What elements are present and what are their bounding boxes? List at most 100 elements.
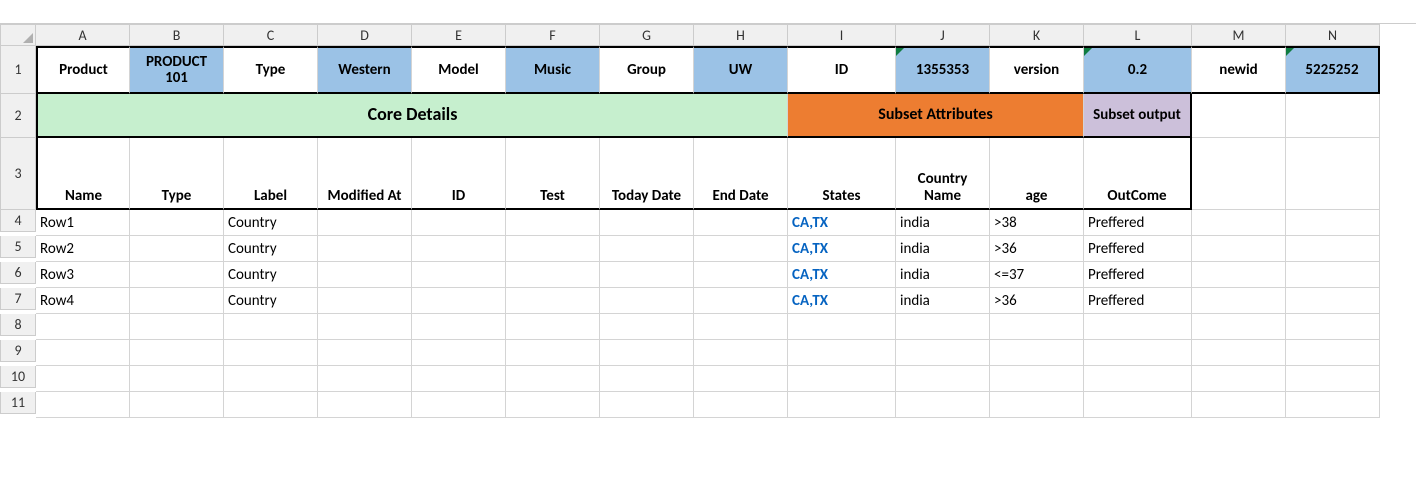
- cell-H7[interactable]: [694, 288, 788, 314]
- cell-A3[interactable]: Name: [36, 138, 130, 210]
- col-header-B[interactable]: B: [130, 24, 224, 46]
- cell-E11[interactable]: [412, 392, 506, 418]
- cell-C3[interactable]: Label: [224, 138, 318, 210]
- cell-subset-attributes[interactable]: Subset Attributes: [788, 94, 1084, 138]
- row-header-9[interactable]: 9: [0, 340, 36, 362]
- col-header-J[interactable]: J: [896, 24, 990, 46]
- cell-I3[interactable]: States: [788, 138, 896, 210]
- cell-B6[interactable]: [130, 262, 224, 288]
- cell-G4[interactable]: [600, 210, 694, 236]
- col-header-I[interactable]: I: [788, 24, 896, 46]
- cell-G10[interactable]: [600, 366, 694, 392]
- cell-C10[interactable]: [224, 366, 318, 392]
- cell-A6[interactable]: Row3: [36, 262, 130, 288]
- cell-D8[interactable]: [318, 314, 412, 340]
- cell-D9[interactable]: [318, 340, 412, 366]
- cell-L9[interactable]: [1084, 340, 1192, 366]
- cell-A5[interactable]: Row2: [36, 236, 130, 262]
- cell-A4[interactable]: Row1: [36, 210, 130, 236]
- cell-G3[interactable]: Today Date: [600, 138, 694, 210]
- cell-D11[interactable]: [318, 392, 412, 418]
- cell-M5[interactable]: [1192, 236, 1286, 262]
- cell-N10[interactable]: [1286, 366, 1380, 392]
- cell-H10[interactable]: [694, 366, 788, 392]
- cell-K6[interactable]: <=37: [990, 262, 1084, 288]
- cell-I11[interactable]: [788, 392, 896, 418]
- cell-G7[interactable]: [600, 288, 694, 314]
- cell-D10[interactable]: [318, 366, 412, 392]
- cell-J10[interactable]: [896, 366, 990, 392]
- cell-A11[interactable]: [36, 392, 130, 418]
- cell-B7[interactable]: [130, 288, 224, 314]
- cell-F10[interactable]: [506, 366, 600, 392]
- cell-K4[interactable]: >38: [990, 210, 1084, 236]
- cell-H3[interactable]: End Date: [694, 138, 788, 210]
- cell-G8[interactable]: [600, 314, 694, 340]
- cell-I6[interactable]: CA,TX: [788, 262, 896, 288]
- cell-N6[interactable]: [1286, 262, 1380, 288]
- col-header-F[interactable]: F: [506, 24, 600, 46]
- col-header-L[interactable]: L: [1084, 24, 1192, 46]
- cell-A10[interactable]: [36, 366, 130, 392]
- cell-J7[interactable]: india: [896, 288, 990, 314]
- cell-M3[interactable]: [1192, 138, 1286, 210]
- cell-C6[interactable]: Country: [224, 262, 318, 288]
- cell-G1[interactable]: Group: [600, 46, 694, 94]
- cell-I9[interactable]: [788, 340, 896, 366]
- cell-I4[interactable]: CA,TX: [788, 210, 896, 236]
- cell-I1[interactable]: ID: [788, 46, 896, 94]
- cell-L4[interactable]: Preffered: [1084, 210, 1192, 236]
- cell-E3[interactable]: ID: [412, 138, 506, 210]
- cell-C5[interactable]: Country: [224, 236, 318, 262]
- cell-K5[interactable]: >36: [990, 236, 1084, 262]
- cell-N11[interactable]: [1286, 392, 1380, 418]
- cell-M9[interactable]: [1192, 340, 1286, 366]
- cell-B5[interactable]: [130, 236, 224, 262]
- cell-C9[interactable]: [224, 340, 318, 366]
- cell-A1[interactable]: Product: [36, 46, 130, 94]
- cell-H11[interactable]: [694, 392, 788, 418]
- cell-G5[interactable]: [600, 236, 694, 262]
- cell-J3[interactable]: Country Name: [896, 138, 990, 210]
- cell-A8[interactable]: [36, 314, 130, 340]
- col-header-A[interactable]: A: [36, 24, 130, 46]
- row-header-4[interactable]: 4: [0, 210, 36, 232]
- cell-N9[interactable]: [1286, 340, 1380, 366]
- cell-L8[interactable]: [1084, 314, 1192, 340]
- cell-H8[interactable]: [694, 314, 788, 340]
- cell-M8[interactable]: [1192, 314, 1286, 340]
- cell-N1[interactable]: 5225252: [1286, 46, 1380, 94]
- cell-E1[interactable]: Model: [412, 46, 506, 94]
- cell-G9[interactable]: [600, 340, 694, 366]
- cell-E8[interactable]: [412, 314, 506, 340]
- cell-E7[interactable]: [412, 288, 506, 314]
- cell-D3[interactable]: Modified At: [318, 138, 412, 210]
- cell-F3[interactable]: Test: [506, 138, 600, 210]
- row-header-8[interactable]: 8: [0, 314, 36, 336]
- cell-B8[interactable]: [130, 314, 224, 340]
- cell-F4[interactable]: [506, 210, 600, 236]
- cell-L1[interactable]: 0.2: [1084, 46, 1192, 94]
- cell-M2[interactable]: [1192, 94, 1286, 138]
- row-header-10[interactable]: 10: [0, 366, 36, 388]
- cell-I8[interactable]: [788, 314, 896, 340]
- cell-E10[interactable]: [412, 366, 506, 392]
- cell-subset-output[interactable]: Subset output: [1084, 94, 1192, 138]
- cell-C11[interactable]: [224, 392, 318, 418]
- cell-L7[interactable]: Preffered: [1084, 288, 1192, 314]
- cell-M6[interactable]: [1192, 262, 1286, 288]
- cell-L6[interactable]: Preffered: [1084, 262, 1192, 288]
- cell-L5[interactable]: Preffered: [1084, 236, 1192, 262]
- cell-M4[interactable]: [1192, 210, 1286, 236]
- cell-I10[interactable]: [788, 366, 896, 392]
- cell-I5[interactable]: CA,TX: [788, 236, 896, 262]
- row-header-6[interactable]: 6: [0, 262, 36, 284]
- cell-K1[interactable]: version: [990, 46, 1084, 94]
- cell-C1[interactable]: Type: [224, 46, 318, 94]
- cell-E4[interactable]: [412, 210, 506, 236]
- col-header-N[interactable]: N: [1286, 24, 1380, 46]
- cell-M1[interactable]: newid: [1192, 46, 1286, 94]
- cell-B11[interactable]: [130, 392, 224, 418]
- cell-M10[interactable]: [1192, 366, 1286, 392]
- col-header-G[interactable]: G: [600, 24, 694, 46]
